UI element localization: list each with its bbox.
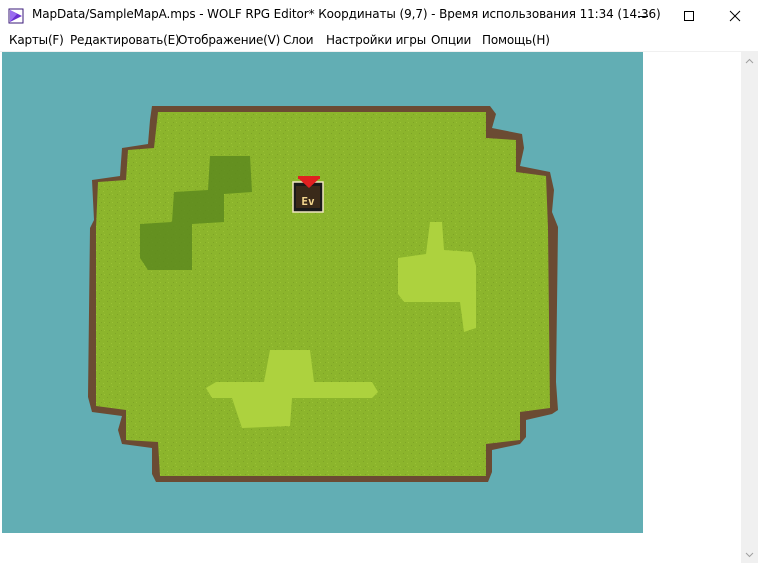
menu-edit[interactable]: Редактировать(E)	[70, 33, 180, 47]
scroll-up-button[interactable]	[741, 52, 758, 69]
chevron-down-icon	[745, 552, 754, 557]
event-marker[interactable]: Ev	[292, 176, 324, 213]
window-title: MapData/SampleMapA.mps - WOLF RPG Editor…	[32, 7, 661, 21]
map-canvas[interactable]: Ev	[2, 52, 643, 533]
menu-help[interactable]: Помощь(H)	[482, 33, 550, 47]
island-grass	[96, 112, 550, 476]
menu-settings[interactable]: Настройки игры	[326, 33, 426, 47]
wolf-rpg-app-icon[interactable]	[8, 8, 24, 24]
chevron-up-icon	[745, 58, 754, 63]
maximize-icon	[684, 10, 694, 21]
menu-layers[interactable]: Слои	[283, 33, 314, 47]
map-viewport: Ev	[0, 52, 741, 563]
minimize-button[interactable]	[620, 0, 666, 31]
maximize-button[interactable]	[666, 0, 712, 31]
menu-maps[interactable]: Карты(F)	[9, 33, 64, 47]
menu-bar: Карты(F) Редактировать(E) Отображение(V)…	[0, 31, 758, 52]
menu-view[interactable]: Отображение(V)	[178, 33, 280, 47]
close-icon	[729, 10, 741, 21]
title-bar[interactable]: MapData/SampleMapA.mps - WOLF RPG Editor…	[0, 0, 758, 31]
close-button[interactable]	[712, 0, 758, 31]
vertical-scrollbar[interactable]	[741, 52, 758, 563]
scroll-down-button[interactable]	[741, 546, 758, 563]
minimize-icon	[638, 15, 648, 17]
event-marker-label: Ev	[301, 195, 315, 208]
menu-options[interactable]: Опции	[431, 33, 471, 47]
